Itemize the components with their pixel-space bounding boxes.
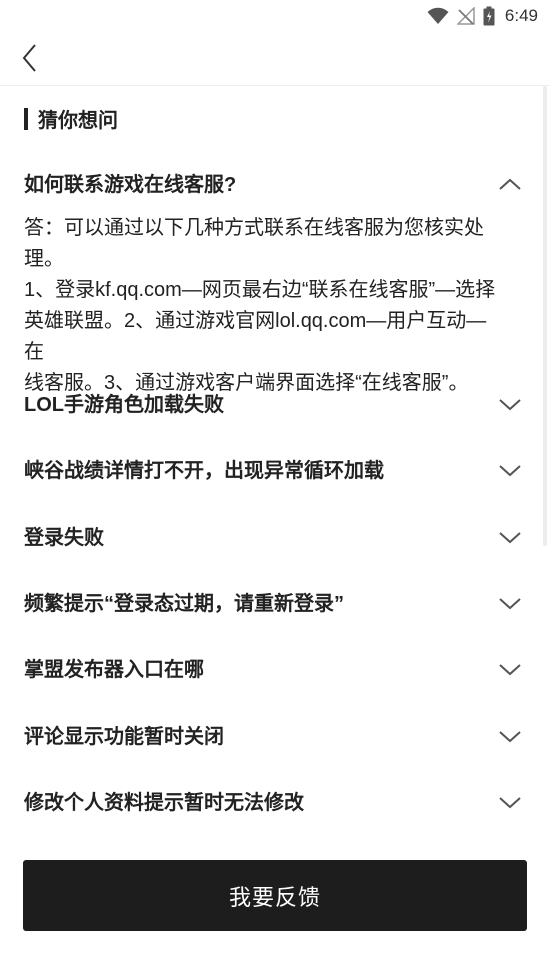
chevron-down-icon <box>499 797 521 809</box>
chevron-down-icon <box>499 465 521 477</box>
status-time: 6:49 <box>504 6 538 25</box>
faq-answer-line: 理。 <box>24 248 64 270</box>
back-button[interactable] <box>12 40 48 76</box>
section-title: 猜你想问 <box>38 110 118 132</box>
faq-question: 评论显示功能暂时关闭 <box>24 726 224 748</box>
chevron-down-icon <box>499 532 521 544</box>
chevron-left-icon <box>22 44 36 72</box>
chevron-down-icon <box>499 664 521 676</box>
faq-item-comments-closed[interactable]: 评论显示功能暂时关闭 <box>0 704 550 770</box>
chevron-up-icon <box>499 178 521 190</box>
chevron-down-icon <box>499 598 521 610</box>
faq-item-publisher-entry[interactable]: 掌盟发布器入口在哪 <box>0 637 550 703</box>
scrollbar[interactable] <box>543 86 547 546</box>
section-accent-bar <box>24 107 28 130</box>
faq-question: 如何联系游戏在线客服? <box>24 174 237 196</box>
faq-item-role-loading[interactable]: LOL手游角色加载失败 <box>0 372 550 438</box>
faq-answer-line: 答：可以通过以下几种方式联系在线客服为您核实处 <box>24 217 484 239</box>
nav-bar <box>0 32 550 86</box>
faq-answer-line: 英雄联盟。2、通过游戏官网lol.qq.com—用户互动—在 <box>24 310 487 363</box>
faq-question: 频繁提示“登录态过期，请重新登录” <box>24 593 344 615</box>
faq-question: 登录失败 <box>24 527 104 549</box>
chevron-down-icon <box>499 731 521 743</box>
battery-icon <box>483 6 495 26</box>
faq-question: 峡谷战绩详情打不开，出现异常循环加载 <box>24 460 384 482</box>
faq-item-profile-edit[interactable]: 修改个人资料提示暂时无法修改 <box>0 770 550 836</box>
feedback-button-label: 我要反馈 <box>228 884 321 910</box>
faq-question: LOL手游角色加载失败 <box>24 394 224 416</box>
faq-content[interactable]: 猜你想问 如何联系游戏在线客服? 答：可以通过以下几种方式联系在线客服为您核实处… <box>0 86 550 846</box>
faq-item-login-failed[interactable]: 登录失败 <box>0 505 550 571</box>
section-header: 猜你想问 <box>24 104 118 133</box>
faq-item-session-expired[interactable]: 频繁提示“登录态过期，请重新登录” <box>0 571 550 637</box>
faq-question: 修改个人资料提示暂时无法修改 <box>24 792 304 814</box>
wifi-icon <box>427 7 449 24</box>
status-bar: 6:49 <box>0 0 550 32</box>
faq-item-match-history[interactable]: 峡谷战绩详情打不开，出现异常循环加载 <box>0 438 550 504</box>
faq-question: 掌盟发布器入口在哪 <box>24 659 204 681</box>
faq-answer-line: 1、登录kf.qq.com—网页最右边“联系在线客服”—选择 <box>24 279 496 301</box>
no-signal-icon <box>456 7 475 25</box>
chevron-down-icon <box>499 399 521 411</box>
feedback-button[interactable]: 我要反馈 <box>23 860 527 931</box>
